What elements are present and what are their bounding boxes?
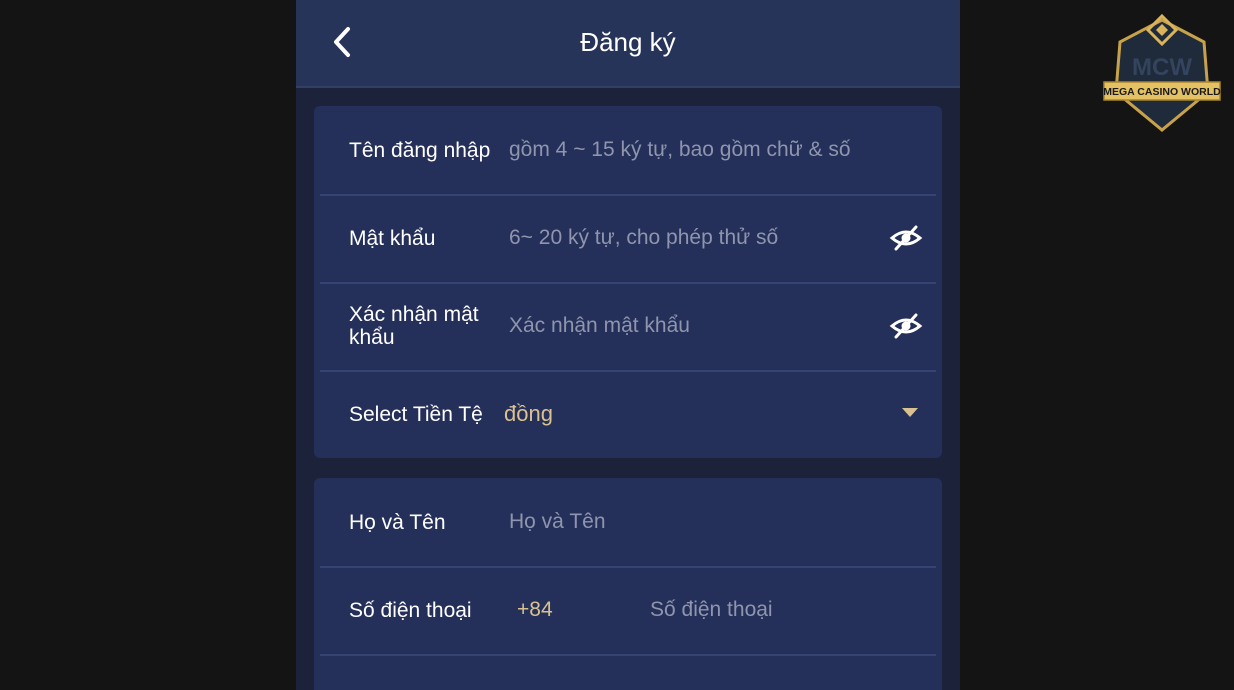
currency-value: đồng [504, 401, 553, 426]
eye-slash-icon [889, 313, 923, 339]
back-button[interactable] [326, 24, 358, 60]
confirm-password-label: Xác nhận mật khẩu [349, 303, 479, 349]
logo-monogram: MCW [1132, 54, 1192, 81]
full-name-input[interactable]: Họ và Tên [509, 478, 874, 566]
currency-label: Select Tiền Tệ [349, 402, 483, 426]
confirm-password-visibility-toggle[interactable] [888, 310, 924, 342]
username-input[interactable]: gồm 4 ~ 15 ký tự, bao gồm chữ & số [509, 106, 874, 194]
password-visibility-toggle[interactable] [888, 222, 924, 254]
phone-row: Số điện thoại +84 Số điện thoại [320, 566, 936, 656]
phone-input[interactable]: Số điện thoại [650, 566, 910, 654]
password-label: Mật khẩu [349, 226, 436, 250]
top-bar: Đăng ký [296, 0, 960, 88]
phone-label: Số điện thoại [349, 598, 472, 622]
password-row: Mật khẩu 6~ 20 ký tự, cho phép thử số [320, 194, 936, 284]
username-row: Tên đăng nhập gồm 4 ~ 15 ký tự, bao gồm … [320, 106, 936, 196]
mcw-logo: MCW MEGA CASINO WORLD [1103, 13, 1221, 132]
account-form-card: Tên đăng nhập gồm 4 ~ 15 ký tự, bao gồm … [314, 106, 942, 458]
register-screen: Đăng ký Tên đăng nhập gồm 4 ~ 15 ký tự, … [296, 0, 960, 690]
country-code[interactable]: +84 [517, 566, 553, 654]
confirm-password-row: Xác nhận mật khẩu Xác nhận mật khẩu [320, 282, 936, 372]
caret-down-icon [902, 408, 918, 417]
currency-row: Select Tiền Tệ đồng [320, 370, 936, 458]
confirm-password-input[interactable]: Xác nhận mật khẩu [509, 282, 874, 370]
username-label: Tên đăng nhập [349, 138, 491, 162]
password-input[interactable]: 6~ 20 ký tự, cho phép thử số [509, 194, 874, 282]
personal-info-card: Họ và Tên Họ và Tên Số điện thoại +84 Số… [314, 478, 942, 690]
full-name-row: Họ và Tên Họ và Tên [320, 478, 936, 568]
chevron-left-icon [334, 27, 350, 57]
eye-slash-icon [889, 225, 923, 251]
logo-brand-name: MEGA CASINO WORLD [1103, 86, 1221, 98]
full-name-label: Họ và Tên [349, 510, 446, 534]
page-title: Đăng ký [580, 27, 676, 57]
